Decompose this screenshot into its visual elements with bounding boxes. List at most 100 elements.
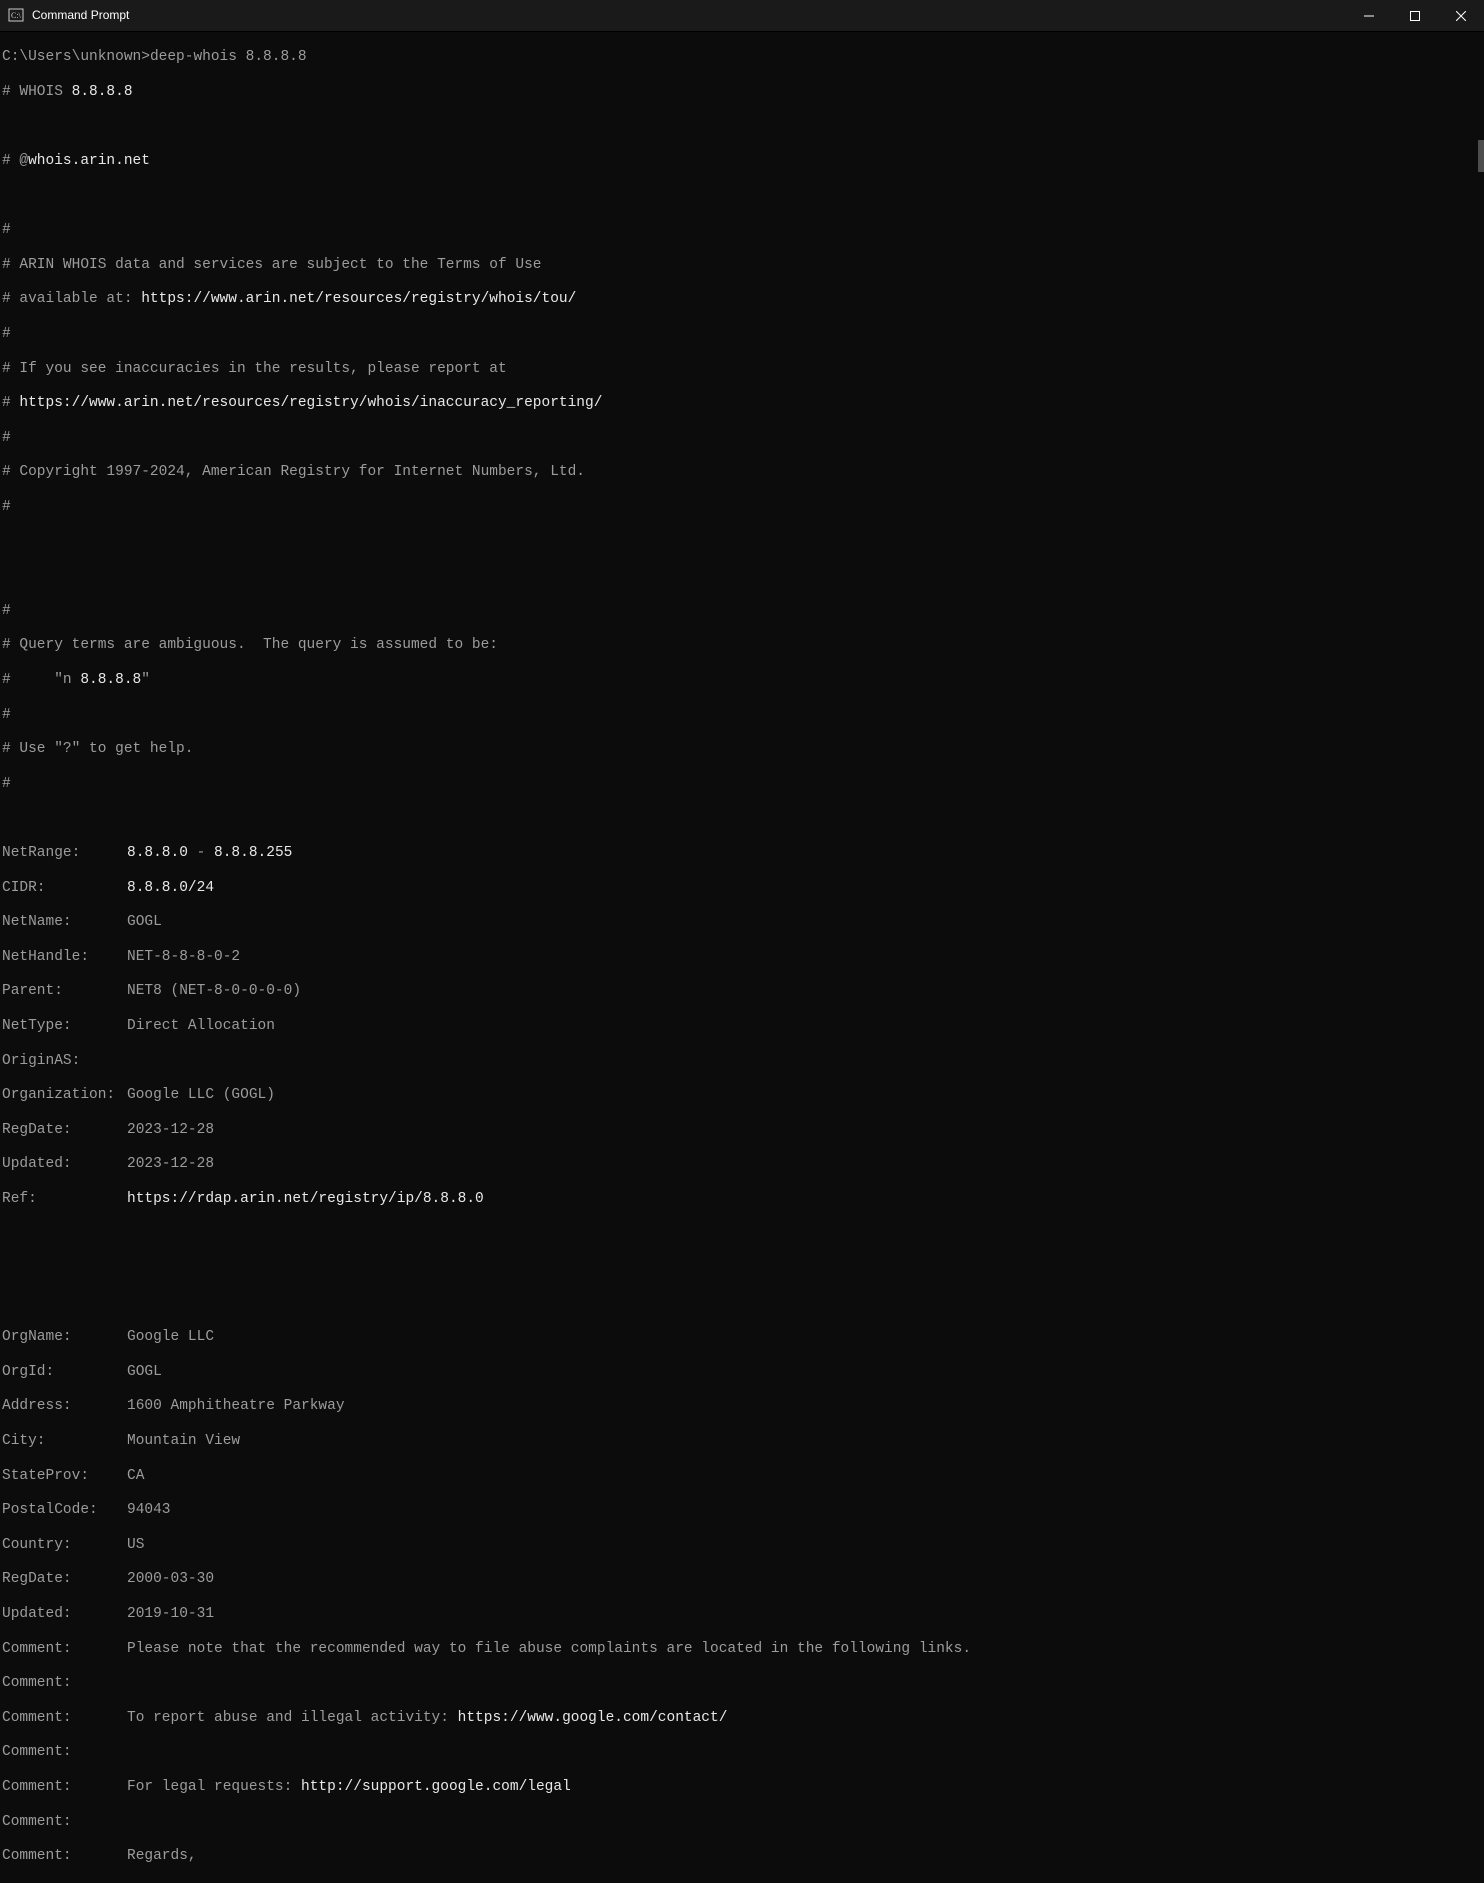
blank-line [2,188,1482,205]
prompt-command: deep-whois 8.8.8.8 [150,49,307,65]
window-title: Command Prompt [32,7,129,24]
comment-label: Comment: [2,1744,127,1761]
org-updated-line: Updated:2019-10-31 [2,1606,1482,1623]
orgid-line: OrgId:GOGL [2,1364,1482,1381]
comment-line: Comment:To report abuse and illegal acti… [2,1710,1482,1727]
netname-line: NetName:GOGL [2,914,1482,931]
ref-line: Ref:https://rdap.arin.net/registry/ip/8.… [2,1191,1482,1208]
cmd-icon: C:\ [8,7,24,23]
netrange-label: NetRange: [2,845,127,862]
netrange-line: NetRange:8.8.8.0 - 8.8.8.255 [2,845,1482,862]
hash-line: # [2,707,1482,724]
nethandle-label: NetHandle: [2,949,127,966]
hash-line: # [2,776,1482,793]
svg-text:C:\: C:\ [11,11,22,20]
comment-line: Comment: [2,1675,1482,1692]
nettype-label: NetType: [2,1018,127,1035]
cidr-line: CIDR:8.8.8.0/24 [2,880,1482,897]
ref-label: Ref: [2,1191,127,1208]
originas-label: OriginAS: [2,1053,127,1070]
terminal-output[interactable]: C:\Users\unknown>deep-whois 8.8.8.8 # WH… [0,32,1484,1883]
window-controls [1346,0,1484,31]
blank-line [2,568,1482,585]
stateprov-line: StateProv:CA [2,1468,1482,1485]
postalcode-line: PostalCode:94043 [2,1502,1482,1519]
regdate-line: RegDate:2023-12-28 [2,1122,1482,1139]
hash-line: # [2,603,1482,620]
maximize-button[interactable] [1392,0,1438,31]
orgname-label: OrgName: [2,1329,127,1346]
arin-inacc-url-line: # https://www.arin.net/resources/registr… [2,395,1482,412]
titlebar-left: C:\ Command Prompt [0,7,129,24]
comment-line: Comment:Regards, [2,1848,1482,1865]
country-label: Country: [2,1537,127,1554]
hash-line: # [2,430,1482,447]
blank-line [2,118,1482,135]
organization-line: Organization:Google LLC (GOGL) [2,1087,1482,1104]
inaccuracy-url: https://www.arin.net/resources/registry/… [19,395,602,411]
arin-terms-line: # ARIN WHOIS data and services are subje… [2,257,1482,274]
parent-line: Parent:NET8 (NET-8-0-0-0-0) [2,983,1482,1000]
comment-label: Comment: [2,1675,127,1692]
query-n-line: # "n 8.8.8.8" [2,672,1482,689]
updated-label: Updated: [2,1156,127,1173]
comment-line: Comment: [2,1744,1482,1761]
comment-label: Comment: [2,1814,127,1831]
org-regdate-label: RegDate: [2,1571,127,1588]
minimize-button[interactable] [1346,0,1392,31]
whois-ip: 8.8.8.8 [72,84,133,100]
comment-label: Comment: [2,1848,127,1865]
regdate-label: RegDate: [2,1122,127,1139]
originas-line: OriginAS: [2,1053,1482,1070]
blank-line [2,534,1482,551]
org-updated-label: Updated: [2,1606,127,1623]
nethandle-line: NetHandle:NET-8-8-8-0-2 [2,949,1482,966]
blank-line [2,1295,1482,1312]
cidr-label: CIDR: [2,880,127,897]
orgid-label: OrgId: [2,1364,127,1381]
whois-server-line: # @whois.arin.net [2,153,1482,170]
nettype-line: NetType:Direct Allocation [2,1018,1482,1035]
city-line: City:Mountain View [2,1433,1482,1450]
window-titlebar: C:\ Command Prompt [0,0,1484,32]
whois-header: # WHOIS 8.8.8.8 [2,84,1482,101]
country-line: Country:US [2,1537,1482,1554]
blank-line [2,1225,1482,1242]
organization-label: Organization: [2,1087,127,1104]
query-ambig-line: # Query terms are ambiguous. The query i… [2,637,1482,654]
scrollbar-thumb[interactable] [1478,140,1484,172]
close-button[interactable] [1438,0,1484,31]
comment-line: Comment:For legal requests: http://suppo… [2,1779,1482,1796]
arin-copyright-line: # Copyright 1997-2024, American Registry… [2,464,1482,481]
blank-line [2,810,1482,827]
whois-server: whois.arin.net [28,153,150,169]
updated-line: Updated:2023-12-28 [2,1156,1482,1173]
query-help-line: # Use "?" to get help. [2,741,1482,758]
hash-line: # [2,499,1482,516]
ref-url: https://rdap.arin.net/registry/ip/8.8.8.… [127,1191,484,1207]
comment-line: Comment:Please note that the recommended… [2,1641,1482,1658]
hash-line: # [2,222,1482,239]
parent-label: Parent: [2,983,127,1000]
prompt-line: C:\Users\unknown>deep-whois 8.8.8.8 [2,49,1482,66]
abuse-url: https://www.google.com/contact/ [458,1710,728,1726]
prompt-path: C:\Users\unknown> [2,49,150,65]
comment-label: Comment: [2,1779,127,1796]
orgname-line: OrgName:Google LLC [2,1329,1482,1346]
tou-url: https://www.arin.net/resources/registry/… [141,291,576,307]
arin-tou-line: # available at: https://www.arin.net/res… [2,291,1482,308]
arin-inacc-line: # If you see inaccuracies in the results… [2,361,1482,378]
hash-line: # [2,326,1482,343]
comment-label: Comment: [2,1710,127,1727]
stateprov-label: StateProv: [2,1468,127,1485]
netname-label: NetName: [2,914,127,931]
city-label: City: [2,1433,127,1450]
address-line: Address:1600 Amphitheatre Parkway [2,1398,1482,1415]
legal-url: http://support.google.com/legal [301,1779,571,1795]
postalcode-label: PostalCode: [2,1502,127,1519]
org-regdate-line: RegDate:2000-03-30 [2,1571,1482,1588]
blank-line [2,1260,1482,1277]
comment-label: Comment: [2,1641,127,1658]
comment-line: Comment: [2,1814,1482,1831]
address-label: Address: [2,1398,127,1415]
